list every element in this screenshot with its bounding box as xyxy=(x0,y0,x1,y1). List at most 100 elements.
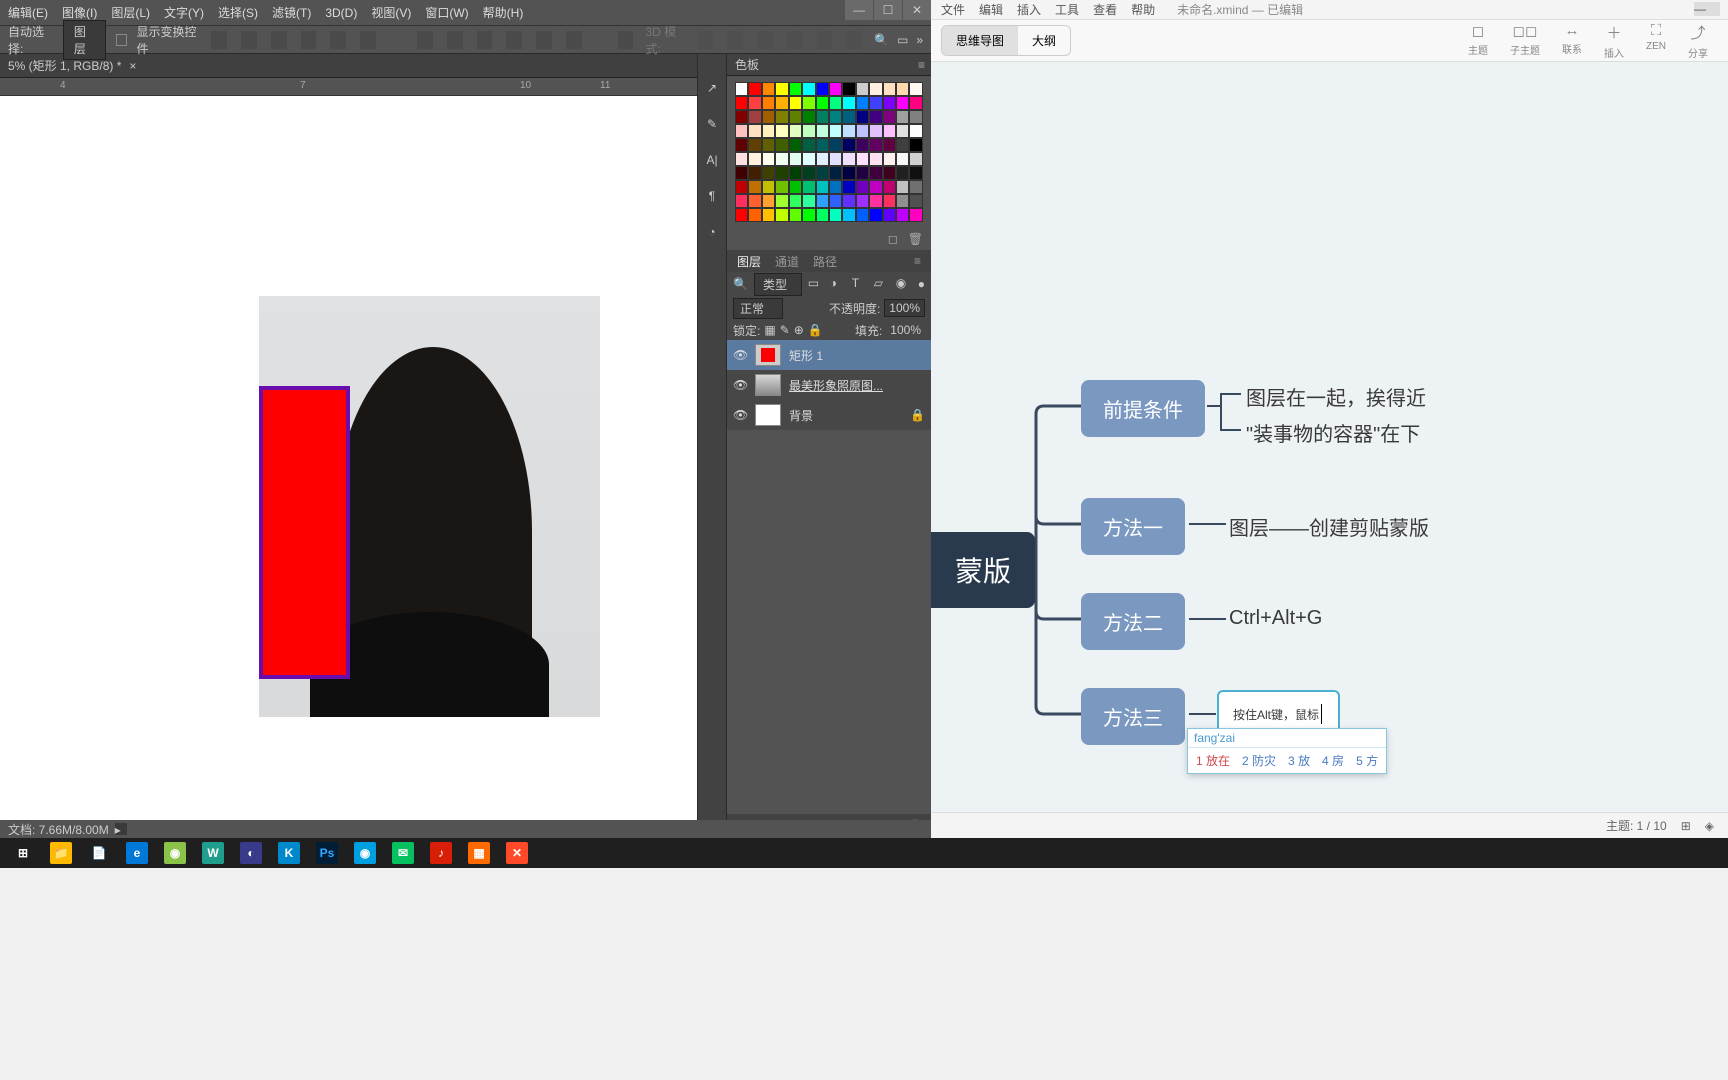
swatch[interactable] xyxy=(856,180,869,194)
mm-node-method3[interactable]: 方法三 xyxy=(1081,688,1185,745)
toolbar-button[interactable]: ⛶ZEN xyxy=(1646,22,1666,60)
align-left-icon[interactable] xyxy=(211,31,227,49)
swatch[interactable] xyxy=(909,152,922,166)
swatch[interactable] xyxy=(856,82,869,96)
taskbar-item[interactable]: ⊞ xyxy=(6,840,40,866)
filter-text-icon[interactable]: T xyxy=(852,276,868,292)
panel-menu-icon[interactable]: ≡ xyxy=(914,254,921,268)
filter-toggle-icon[interactable]: ● xyxy=(918,277,925,291)
swatch[interactable] xyxy=(869,124,882,138)
lock-artboard-icon[interactable]: ⊕ xyxy=(794,323,804,337)
layer-row-shape[interactable]: 👁 矩形 1 xyxy=(727,340,931,370)
swatch[interactable] xyxy=(775,124,788,138)
blend-mode-dropdown[interactable]: 正常 xyxy=(733,298,783,319)
distribute-1-icon[interactable] xyxy=(417,31,433,49)
swatch[interactable] xyxy=(856,138,869,152)
distribute-3-icon[interactable] xyxy=(477,31,493,49)
swatch[interactable] xyxy=(869,138,882,152)
brush-icon[interactable]: ✎ xyxy=(703,115,721,133)
swatch[interactable] xyxy=(883,208,896,222)
show-transform-checkbox[interactable] xyxy=(116,34,127,46)
mm-leaf[interactable]: "装事物的容器"在下 xyxy=(1246,418,1420,447)
menu-3d[interactable]: 3D(D) xyxy=(325,6,357,20)
swatch[interactable] xyxy=(816,138,829,152)
swatch[interactable] xyxy=(775,194,788,208)
swatch[interactable] xyxy=(748,152,761,166)
swatch[interactable] xyxy=(762,110,775,124)
menu-layer[interactable]: 图层(L) xyxy=(111,4,150,21)
swatch[interactable] xyxy=(869,82,882,96)
swatch[interactable] xyxy=(775,208,788,222)
swatch[interactable] xyxy=(789,124,802,138)
toolbar-button[interactable]: ⤴分享 xyxy=(1688,22,1708,60)
swatch[interactable] xyxy=(775,166,788,180)
tab-paths[interactable]: 路径 xyxy=(813,253,837,270)
swatch[interactable] xyxy=(856,152,869,166)
swatch[interactable] xyxy=(748,82,761,96)
swatch[interactable] xyxy=(883,138,896,152)
tab-close-icon[interactable]: × xyxy=(129,59,136,73)
layer-name[interactable]: 背景 xyxy=(789,407,813,424)
mindmap-canvas[interactable]: 蒙版 前提条件 图层在一起，挨得近 "装事物的容器"在下 方法一 图层——创建剪… xyxy=(931,62,1728,812)
swatch[interactable] xyxy=(802,180,815,194)
character-icon[interactable]: A| xyxy=(703,151,721,169)
filter-type-dropdown[interactable]: 类型 xyxy=(754,273,802,296)
filter-adjust-icon[interactable]: ◑ xyxy=(830,276,846,292)
rectangle-shape[interactable] xyxy=(259,386,350,679)
ime-candidate[interactable]: 5 方 xyxy=(1356,752,1378,769)
swatch[interactable] xyxy=(883,166,896,180)
align-right-icon[interactable] xyxy=(271,31,287,49)
swatch[interactable] xyxy=(762,138,775,152)
xm-menu-edit[interactable]: 编辑 xyxy=(979,1,1003,18)
taskbar-item[interactable]: ◐ xyxy=(234,840,268,866)
taskbar-item[interactable]: ▦ xyxy=(462,840,496,866)
xm-menu-view[interactable]: 查看 xyxy=(1093,1,1117,18)
swatch[interactable] xyxy=(789,208,802,222)
delete-swatch-icon[interactable]: 🗑 xyxy=(908,232,923,246)
lock-position-icon[interactable]: ✎ xyxy=(780,323,790,337)
toolbar-button[interactable]: ◻主题 xyxy=(1468,22,1488,60)
filter-smart-icon[interactable]: ◉ xyxy=(896,276,912,292)
swatch[interactable] xyxy=(829,208,842,222)
swatch[interactable] xyxy=(748,208,761,222)
swatch[interactable] xyxy=(829,180,842,194)
swatch[interactable] xyxy=(869,194,882,208)
swatch[interactable] xyxy=(748,138,761,152)
swatch[interactable] xyxy=(909,166,922,180)
swatch[interactable] xyxy=(869,152,882,166)
menu-help[interactable]: 帮助(H) xyxy=(483,4,524,21)
swatch[interactable] xyxy=(735,152,748,166)
swatch[interactable] xyxy=(802,208,815,222)
swatch[interactable] xyxy=(896,124,909,138)
auto-select-dropdown[interactable]: 图层 xyxy=(63,20,106,60)
swatch[interactable] xyxy=(829,110,842,124)
swatch[interactable] xyxy=(869,180,882,194)
swatch[interactable] xyxy=(789,180,802,194)
swatch[interactable] xyxy=(909,124,922,138)
taskbar-item[interactable]: K xyxy=(272,840,306,866)
tab-outline[interactable]: 大纲 xyxy=(1018,26,1070,55)
swatch[interactable] xyxy=(829,152,842,166)
swatch[interactable] xyxy=(856,96,869,110)
swatch[interactable] xyxy=(909,138,922,152)
swatch[interactable] xyxy=(762,96,775,110)
lock-all-icon[interactable]: 🔒 xyxy=(808,323,823,337)
swatch[interactable] xyxy=(856,208,869,222)
menu-view[interactable]: 视图(V) xyxy=(371,4,411,21)
swatch[interactable] xyxy=(735,96,748,110)
swatch[interactable] xyxy=(909,82,922,96)
win-min-button[interactable]: — xyxy=(845,0,873,20)
align-bottom-icon[interactable] xyxy=(360,31,376,49)
swatch[interactable] xyxy=(883,180,896,194)
distribute-4-icon[interactable] xyxy=(506,31,522,49)
status-expand-icon[interactable]: ▸ xyxy=(115,823,127,835)
layer-name[interactable]: 矩形 1 xyxy=(789,347,823,364)
actions-icon[interactable]: ↗ xyxy=(703,79,721,97)
swatch[interactable] xyxy=(748,180,761,194)
color-icon[interactable]: ◔ xyxy=(703,223,721,241)
swatch[interactable] xyxy=(789,96,802,110)
swatch[interactable] xyxy=(802,96,815,110)
swatch[interactable] xyxy=(775,152,788,166)
swatch[interactable] xyxy=(816,152,829,166)
swatch[interactable] xyxy=(789,138,802,152)
